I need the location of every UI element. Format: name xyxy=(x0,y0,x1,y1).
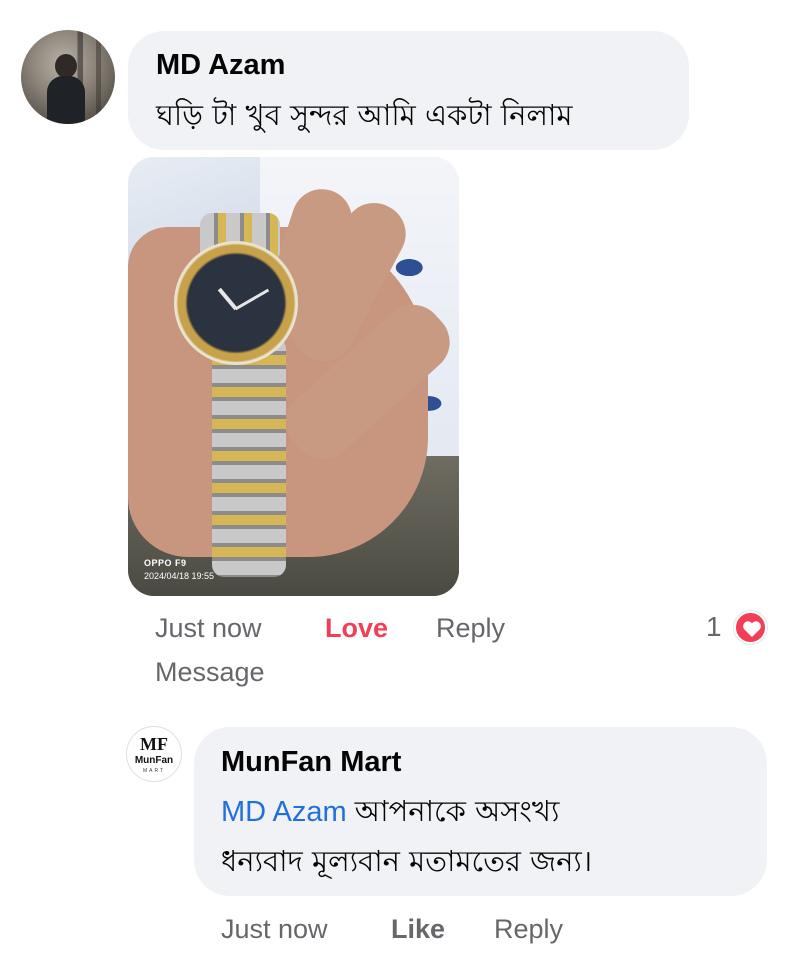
reply-bubble: MunFan Mart MD Azam আপনাকে অসংখ্য ধন্যবা… xyxy=(194,727,767,896)
love-button[interactable]: Love xyxy=(325,613,388,644)
avatar-person-body xyxy=(47,76,85,124)
heart-icon-glyph xyxy=(743,621,761,637)
logo-initials: MF xyxy=(140,734,168,754)
reply-reply-button[interactable]: Reply xyxy=(494,914,563,945)
page-avatar[interactable]: MF MunFan MART xyxy=(126,726,182,782)
reply-author[interactable]: MunFan Mart xyxy=(221,746,401,779)
like-button[interactable]: Like xyxy=(391,914,445,945)
commenter-avatar[interactable] xyxy=(21,30,115,124)
reaction-count[interactable]: 1 xyxy=(706,611,722,643)
heart-icon[interactable] xyxy=(734,611,767,644)
reply-button[interactable]: Reply xyxy=(436,613,505,644)
logo-sub: MART xyxy=(142,768,166,774)
comment-author[interactable]: MD Azam xyxy=(156,49,285,82)
photo-camera-label: OPPO F9 xyxy=(144,558,187,568)
comment-text: ঘড়ি টা খুব সুন্দর আমি একটা নিলাম xyxy=(156,98,573,132)
photo-timestamp: 2024/04/18 19:55 xyxy=(144,571,215,581)
avatar-person-head xyxy=(55,54,77,78)
reply-mention-link[interactable]: MD Azam xyxy=(221,796,347,828)
comment-photo[interactable]: OPPO F9 2024/04/18 19:55 xyxy=(128,157,459,596)
reply-time[interactable]: Just now xyxy=(221,914,328,945)
photo-watch-strap xyxy=(212,337,286,577)
photo-watch-face xyxy=(174,241,298,365)
reply-text-line2: ধন্যবাদ মূল্যবান মতামতের জন্য। xyxy=(221,844,593,878)
reply-text-line1: MD Azam আপনাকে অসংখ্য xyxy=(221,789,559,838)
reply-text-part1: আপনাকে অসংখ্য xyxy=(354,794,560,828)
comment-bubble: MD Azam ঘড়ি টা খুব সুন্দর আমি একটা নিলা… xyxy=(128,31,689,150)
comment-time[interactable]: Just now xyxy=(155,613,262,644)
message-button[interactable]: Message xyxy=(155,657,265,688)
logo-name: MunFan xyxy=(134,755,174,766)
